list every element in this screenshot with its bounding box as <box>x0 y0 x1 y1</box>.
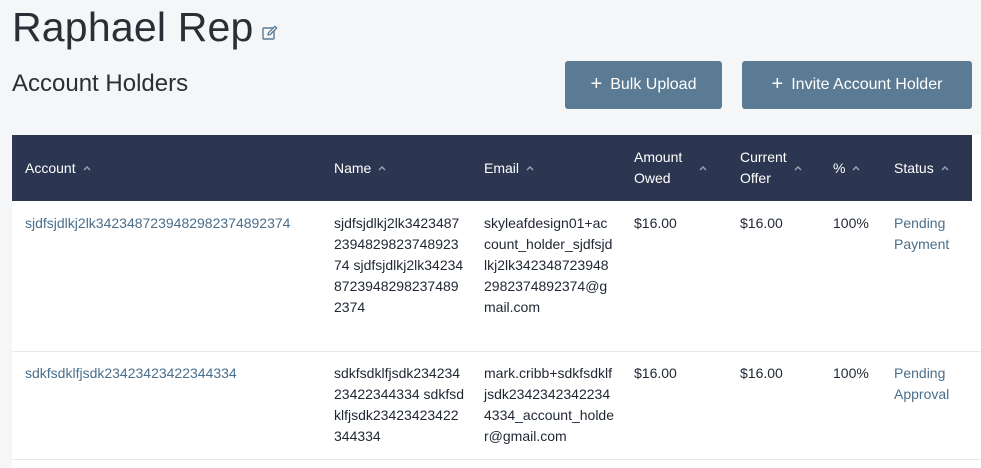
chevron-up-icon <box>794 166 802 171</box>
page-header: Raphael Rep <box>12 4 278 51</box>
table-row: sdkfsdklfjsdk23423423422344334 sdkfsdklf… <box>12 351 981 460</box>
account-link[interactable]: sjdfsjdlkj2lk3423487239482982374892374 <box>25 213 325 234</box>
invite-account-holder-button[interactable]: + Invite Account Holder <box>742 61 972 109</box>
chevron-up-icon <box>526 166 534 171</box>
amount-owed-cell: $16.00 <box>634 215 677 231</box>
column-header-label-stack: Current Offer <box>740 147 787 189</box>
section-title: Account Holders <box>12 70 189 97</box>
bulk-upload-label: Bulk Upload <box>610 76 697 93</box>
plus-icon: + <box>771 73 784 95</box>
name-cell: sdkfsdklfjsdk23423423422344334 sdkfsdklf… <box>334 365 464 444</box>
current-offer-cell: $16.00 <box>740 215 783 231</box>
email-cell: mark.cribb+sdkfsdklfjsdk2342342342234433… <box>484 365 615 444</box>
percent-cell: 100% <box>833 365 869 381</box>
chevron-up-icon <box>378 166 386 171</box>
column-header-label-stack: Amount Owed <box>634 147 682 189</box>
column-header-name[interactable]: Name <box>334 135 387 201</box>
column-header-label: Email <box>484 159 520 176</box>
bulk-upload-button[interactable]: + Bulk Upload <box>565 61 722 109</box>
percent-cell: 100% <box>833 215 869 231</box>
account-link[interactable]: sdkfsdklfjsdk23423423422344334 <box>25 363 325 384</box>
email-cell: skyleafdesign01+account_holder_sjdfsjdlk… <box>484 215 613 315</box>
chevron-up-icon <box>852 166 860 171</box>
account-holders-table: Account Name Email Amount Owed Current O… <box>12 135 981 468</box>
name-cell: sjdfsjdlkj2lk3423487239482982374892374 s… <box>334 215 464 315</box>
amount-owed-cell: $16.00 <box>634 365 677 381</box>
column-header-label-line2: Owed <box>634 170 671 186</box>
account-text: sjdfsjdlkj2lk3423487239482982374892374 <box>25 215 291 231</box>
chevron-up-icon <box>941 166 949 171</box>
chevron-up-icon <box>83 166 91 171</box>
column-header-account[interactable]: Account <box>25 135 92 201</box>
plus-icon: + <box>590 73 603 95</box>
table-header: Account Name Email Amount Owed Current O… <box>12 135 972 201</box>
column-header-email[interactable]: Email <box>484 135 535 201</box>
column-header-current-offer[interactable]: Current Offer <box>740 135 803 201</box>
column-header-label-line2: Offer <box>740 170 771 186</box>
column-header-status[interactable]: Status <box>894 135 950 201</box>
chevron-up-icon <box>699 166 707 171</box>
column-header-percent[interactable]: % <box>833 135 861 201</box>
table-row <box>12 459 981 468</box>
invite-account-holder-label: Invite Account Holder <box>791 76 943 93</box>
column-header-label: % <box>833 159 846 176</box>
column-header-amount-owed[interactable]: Amount Owed <box>634 135 708 201</box>
column-header-label: Amount <box>634 149 683 165</box>
status-link[interactable]: Pending Payment <box>894 213 974 255</box>
status-link[interactable]: Pending Approval <box>894 363 974 405</box>
column-header-label: Current <box>740 149 787 165</box>
column-header-label: Name <box>334 159 372 176</box>
column-header-label: Account <box>25 159 76 176</box>
column-header-label: Status <box>894 159 934 176</box>
current-offer-cell: $16.00 <box>740 365 783 381</box>
page-title: Raphael Rep <box>12 4 254 50</box>
edit-icon[interactable] <box>261 25 278 41</box>
table-row: sjdfsjdlkj2lk3423487239482982374892374 s… <box>12 201 981 352</box>
